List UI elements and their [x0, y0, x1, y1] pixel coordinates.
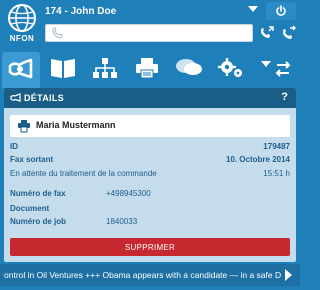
- ticker-text: ontrol in Oil Ventures +++ Obama appears…: [4, 270, 282, 280]
- chat-icon: [176, 59, 202, 75]
- tab-org[interactable]: [86, 52, 124, 84]
- call-transfer-icon: [283, 25, 296, 39]
- gears-icon: [218, 58, 242, 77]
- org-chart-icon: [93, 58, 117, 78]
- id-value: 179487: [263, 142, 290, 151]
- help-icon[interactable]: ?: [281, 91, 288, 103]
- status-time: 15:51 h: [263, 169, 290, 178]
- play-arrow-icon[interactable]: [285, 269, 292, 281]
- tab-fax[interactable]: [2, 52, 40, 88]
- user-label: 174 - John Doe: [45, 5, 117, 17]
- job-label: Numéro de job: [10, 217, 67, 226]
- tab-transfer[interactable]: [258, 52, 296, 84]
- tab-bar: [0, 50, 300, 88]
- printer-icon: [18, 120, 30, 133]
- status-text: En attente du traitement de la commande: [10, 169, 157, 178]
- book-icon: [51, 59, 75, 78]
- panel-title: DÉTAILS: [24, 93, 64, 103]
- document-row: Document: [10, 202, 290, 216]
- call-transfer-button[interactable]: [279, 22, 299, 44]
- panel-header: DÉTAILS ?: [4, 88, 296, 108]
- globe-icon: [8, 4, 36, 32]
- call-forward-button[interactable]: [257, 22, 277, 44]
- horn-icon: [10, 93, 21, 102]
- horn-icon: [8, 58, 33, 79]
- tab-chat[interactable]: [170, 52, 208, 84]
- id-label: ID: [10, 142, 18, 151]
- tab-phonebook[interactable]: [44, 52, 82, 84]
- contact-card[interactable]: Maria Mustermann: [10, 115, 290, 137]
- fax-direction-row: Fax sortant 10. Octobre 2014: [10, 153, 290, 167]
- contact-name: Maria Mustermann: [36, 120, 116, 130]
- id-row: ID 179487: [10, 140, 290, 154]
- user-selector[interactable]: 174 - John Doe: [45, 3, 260, 19]
- app-window: NFON 174 - John Doe DÉTAILS ? Maria Must…: [0, 0, 300, 290]
- chevron-down-icon[interactable]: [248, 6, 258, 12]
- fax-date: 10. Octobre 2014: [225, 155, 290, 164]
- power-icon: [276, 5, 286, 16]
- job-value: 1840033: [106, 217, 138, 226]
- printer-icon: [136, 58, 158, 79]
- status-row: En attente du traitement de la commande …: [10, 167, 290, 181]
- power-button[interactable]: [266, 2, 296, 20]
- tab-print[interactable]: [128, 52, 166, 84]
- transfer-icon: [261, 61, 291, 77]
- handset-icon: [52, 27, 63, 39]
- news-ticker: ontrol in Oil Ventures +++ Obama appears…: [0, 264, 300, 286]
- fax-direction-label: Fax sortant: [10, 155, 54, 164]
- fax-number-label: Numéro de fax: [10, 189, 66, 198]
- logo-text: NFON: [9, 34, 35, 43]
- fax-number-value: +498945300: [106, 189, 151, 198]
- document-label: Document: [10, 204, 50, 213]
- header: NFON 174 - John Doe: [0, 0, 300, 50]
- fax-number-row: Numéro de fax +498945300: [10, 187, 290, 201]
- nfon-logo: NFON: [3, 3, 41, 43]
- delete-button[interactable]: SUPPRIMER: [10, 238, 290, 256]
- details-panel: DÉTAILS ? Maria Mustermann ID 179487 Fax…: [4, 88, 296, 262]
- job-row: Numéro de job 1840033: [10, 215, 290, 229]
- call-forward-icon: [261, 26, 274, 38]
- dial-input[interactable]: [45, 24, 253, 42]
- tab-settings[interactable]: [212, 52, 250, 84]
